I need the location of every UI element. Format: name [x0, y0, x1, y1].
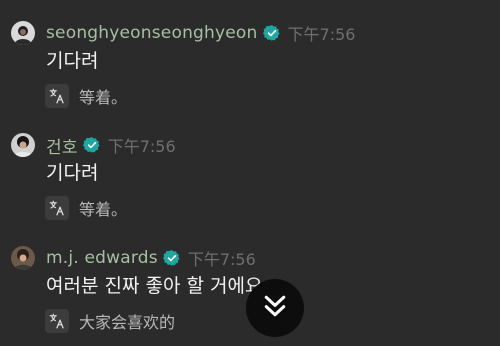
username[interactable]: m.j. edwards — [46, 248, 158, 268]
verified-badge-icon — [262, 24, 281, 42]
verified-badge-icon — [162, 249, 181, 267]
timestamp: 下午7:56 — [107, 137, 176, 156]
translation-row: 大家会喜欢的 — [45, 309, 175, 333]
user-avatar[interactable] — [11, 133, 35, 157]
timestamp: 下午7:56 — [287, 25, 356, 44]
translate-icon[interactable] — [45, 196, 69, 220]
message-header: 건호 下午7:56 — [46, 133, 176, 158]
username[interactable]: seonghyeonseonghyeon — [46, 23, 258, 43]
user-avatar[interactable] — [11, 246, 35, 270]
translate-icon[interactable] — [45, 84, 69, 108]
username[interactable]: 건호 — [46, 133, 78, 158]
translated-text: 大家会喜欢的 — [79, 313, 176, 332]
scroll-to-bottom-button[interactable] — [246, 279, 304, 337]
chat-message-list[interactable]: seonghyeonseonghyeon 下午7:56 기다려 等着。 건호 下… — [0, 0, 500, 346]
message-text: 여러분 진짜 좋아 할 거에요 — [46, 275, 263, 297]
message-header: m.j. edwards 下午7:56 — [46, 246, 256, 270]
verified-badge-icon — [82, 136, 101, 154]
message-header: seonghyeonseonghyeon 下午7:56 — [46, 21, 355, 45]
message-text: 기다려 — [46, 50, 99, 72]
timestamp: 下午7:56 — [187, 250, 256, 269]
translate-icon[interactable] — [45, 309, 69, 333]
double-chevron-down-icon — [260, 291, 290, 325]
translated-text: 等着。 — [79, 200, 128, 219]
message-text: 기다려 — [46, 162, 99, 184]
user-avatar[interactable] — [11, 21, 35, 45]
translated-text: 等着。 — [79, 88, 128, 107]
translation-row: 等着。 — [45, 84, 127, 108]
translation-row: 等着。 — [45, 196, 127, 220]
